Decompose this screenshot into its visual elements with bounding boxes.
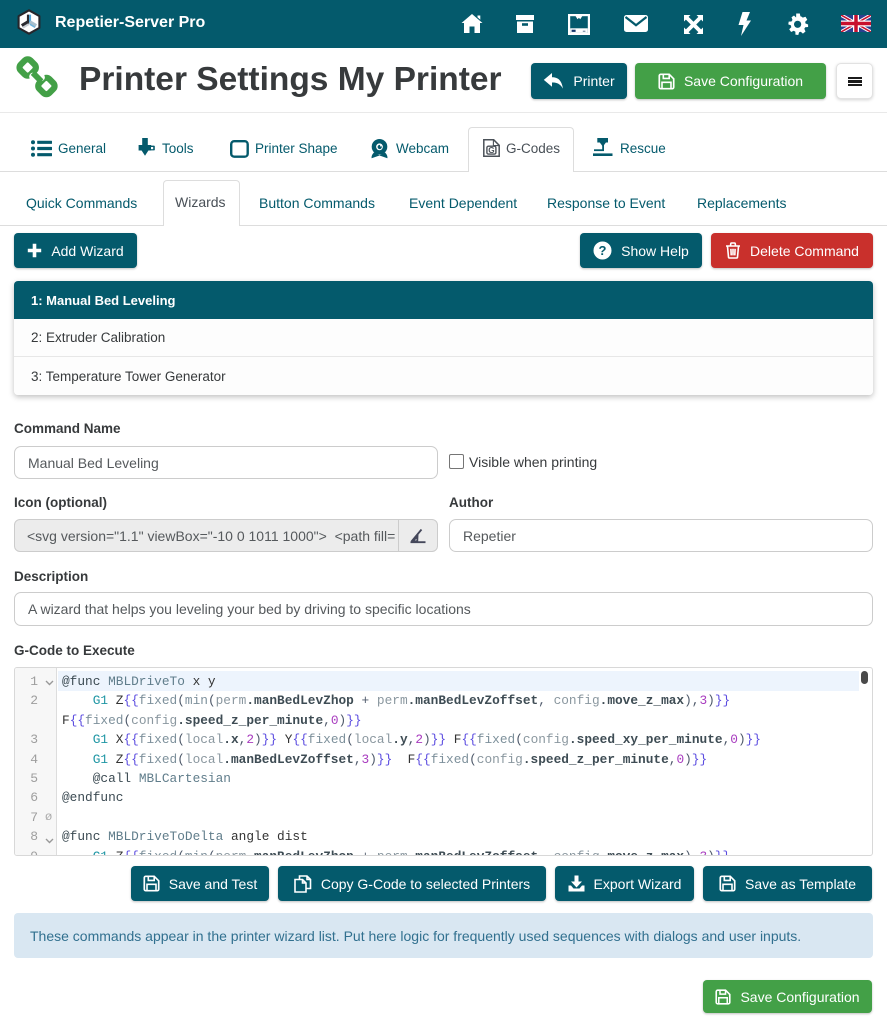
svg-text:G: G <box>488 146 494 155</box>
svg-text:?: ? <box>599 243 607 258</box>
